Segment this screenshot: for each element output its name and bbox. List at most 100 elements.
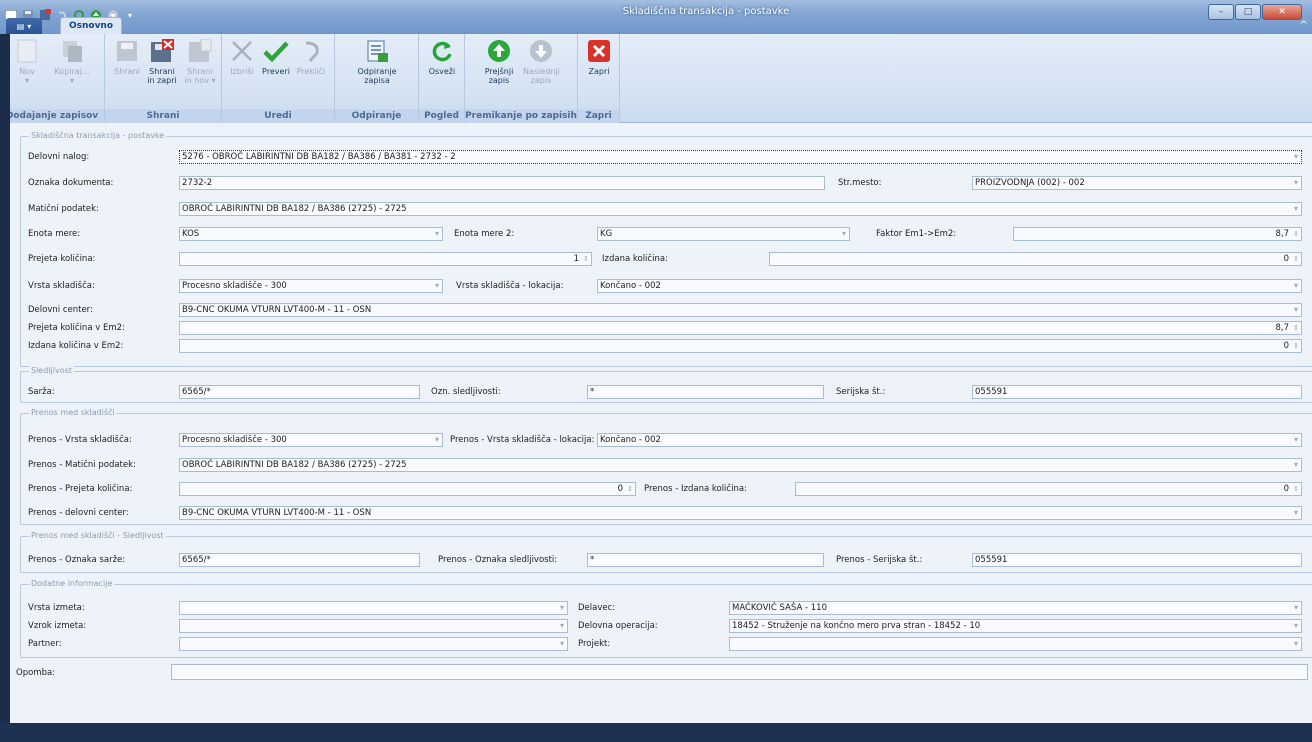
prenos-oznaka-sledljivosti-field[interactable]: *	[587, 553, 824, 567]
open-record-icon	[367, 40, 388, 62]
window-controls: – □ ✕	[1208, 4, 1302, 20]
arrow-down-circle-icon	[530, 40, 552, 62]
delete-x-icon	[232, 41, 252, 61]
izdana-kolicina-label: Izdana količina:	[602, 254, 668, 264]
prenos-oznaka-sledljivosti-label: Prenos - Oznaka sledljivosti:	[438, 555, 558, 565]
group-zapri: Zapri Zapri	[578, 34, 620, 123]
delovna-operacija-label: Delovna operacija:	[578, 621, 658, 631]
opomba-field[interactable]	[171, 664, 1308, 680]
ribbon: Nov ▾ Kopiraj... ▾ Dodajanje zapisov Shran…	[0, 34, 1312, 135]
faktor-label: Faktor Em1->Em2:	[876, 229, 957, 239]
refresh-icon	[432, 41, 452, 62]
izdana-em2-field[interactable]: 0	[179, 339, 1302, 353]
prenos-sarza-field[interactable]: 6565/*	[179, 553, 420, 567]
delete-button[interactable]: Izbriši	[228, 38, 256, 76]
izdana-kolicina-field[interactable]: 0	[769, 252, 1302, 266]
undo-arrow-icon	[305, 41, 319, 62]
vrsta-izmeta-label: Vrsta izmeta:	[28, 603, 85, 613]
group-shrani: Shrani Shrani in zapri Shrani in nov ▾ S…	[105, 34, 222, 123]
prenos-serijska-field[interactable]: 055591	[972, 553, 1302, 567]
sarza-label: Sarža:	[28, 387, 55, 397]
prenos-vrsta-field[interactable]: Procesno skladišče - 300	[179, 433, 443, 447]
close-window-button[interactable]: ✕	[1262, 4, 1302, 20]
verify-button[interactable]: Preveri	[260, 38, 292, 76]
save-close-icon	[151, 39, 174, 62]
form-area: Skladiščna transakcija - postavke Delovn…	[10, 123, 1312, 723]
save-and-close-button[interactable]: Shrani in zapri	[145, 38, 179, 85]
minimize-button[interactable]: –	[1208, 4, 1234, 20]
delovni-center-field[interactable]: B9-CNC OKUMA VTURN LVT400-M - 11 - OSN	[179, 303, 1302, 317]
group-dodajanje: Nov ▾ Kopiraj... ▾ Dodajanje zapisov	[0, 34, 105, 123]
prenos-lokacija-label: Prenos - Vrsta skladišča - lokacija:	[450, 435, 595, 445]
prenos-center-field[interactable]: B9-CNC OKUMA VTURN LVT400-M - 11 - OSN	[179, 506, 1302, 520]
prenos-serijska-label: Prenos - Serijska št.:	[836, 555, 923, 565]
title-bar: ▾ Skladiščna transakcija - postavke – □ …	[0, 0, 1312, 34]
prenos-maticni-field[interactable]: OBROČ LABIRINTNI DB BA182 / BA386 (2725)…	[179, 458, 1302, 472]
partner-label: Partner:	[28, 639, 62, 649]
delovni-nalog-field[interactable]: 5276 - OBROČ LABIRINTNI DB BA182 / BA386…	[179, 150, 1302, 164]
oznaka-dokumenta-label: Oznaka dokumenta:	[28, 178, 114, 188]
oznaka-sledljivosti-field[interactable]: *	[587, 385, 824, 399]
next-record-button[interactable]: Naslednji zapis	[523, 38, 560, 85]
maticni-podatek-label: Matični podatek:	[28, 204, 99, 214]
enota-mere-field[interactable]: KOS	[179, 227, 443, 241]
tab-osnovno[interactable]: Osnovno	[60, 17, 122, 34]
delovni-center-label: Delovni center:	[28, 305, 93, 315]
serijska-field[interactable]: 055591	[972, 385, 1302, 399]
vrsta-skladisca-label: Vrsta skladišča:	[28, 281, 95, 291]
app-menu-button[interactable]: ▤ ▾	[6, 18, 42, 34]
ribbon-collapse-icon[interactable]: ^	[1300, 20, 1308, 31]
oznaka-sledljivosti-label: Ozn. sledljivosti:	[431, 387, 501, 397]
partner-field[interactable]	[179, 637, 568, 651]
checkmark-icon	[263, 41, 289, 63]
maximize-button[interactable]: □	[1235, 4, 1261, 20]
save-button[interactable]: Shrani	[113, 38, 141, 76]
projekt-field[interactable]	[729, 637, 1302, 651]
save-disk-icon	[117, 41, 137, 61]
group-odpiranje: Odpiranje zapisa Odpiranje zapisa	[335, 34, 419, 135]
close-button[interactable]: Zapri	[586, 38, 612, 76]
new-button[interactable]: Nov ▾	[14, 38, 40, 85]
maticni-podatek-field[interactable]: OBROČ LABIRINTNI DB BA182 / BA386 (2725)…	[179, 202, 1302, 216]
opomba-label: Opomba:	[16, 668, 56, 678]
arrow-up-circle-icon	[488, 40, 510, 62]
vzrok-izmeta-label: Vzrok izmeta:	[28, 621, 87, 631]
delovna-operacija-field[interactable]: 18452 - Struženje na končno mero prva st…	[729, 619, 1302, 633]
prenos-maticni-label: Prenos - Matični podatek:	[28, 460, 136, 470]
vrsta-skladisca-field[interactable]: Procesno skladišče - 300	[179, 279, 443, 293]
delavec-label: Delavec:	[578, 603, 616, 613]
prenos-lokacija-field[interactable]: Končano - 002	[597, 433, 1302, 447]
prejeta-em2-label: Prejeta količina v Em2:	[28, 323, 125, 333]
prejeta-em2-field[interactable]: 8,7	[179, 321, 1302, 335]
lokacija-label: Vrsta skladišča - lokacija:	[456, 281, 564, 291]
prenos-izdana-field[interactable]: 0	[795, 482, 1302, 496]
projekt-label: Projekt:	[578, 639, 611, 649]
lokacija-field[interactable]: Končano - 002	[597, 279, 1302, 293]
open-record-button[interactable]: Odpiranje zapisa	[345, 38, 409, 85]
sarza-field[interactable]: 6565/*	[179, 385, 420, 399]
status-bar	[0, 723, 1312, 742]
vrsta-izmeta-field[interactable]	[179, 601, 568, 615]
enota-mere-2-field[interactable]: KG	[597, 227, 850, 241]
prenos-prejeta-field[interactable]: 0	[179, 482, 636, 496]
new-document-icon	[17, 39, 37, 63]
prejeta-kolicina-field[interactable]: 1	[179, 252, 592, 266]
delavec-field[interactable]: MAČKOVIČ SAŠA - 110	[729, 601, 1302, 615]
oznaka-dokumenta-field[interactable]: 2732-2	[179, 176, 825, 190]
copy-button[interactable]: Kopiraj... ▾	[48, 38, 96, 85]
previous-record-button[interactable]: Prejšnji zapis	[481, 38, 517, 85]
izdana-em2-label: Izdana količina v Em2:	[28, 341, 124, 351]
prenos-izdana-label: Prenos - Izdana količina:	[644, 484, 747, 494]
save-and-new-button[interactable]: Shrani in nov ▾	[183, 38, 217, 85]
group-uredi: Izbriši Preveri Prekliči Uredi	[222, 34, 335, 123]
delovni-nalog-label: Delovni nalog:	[28, 152, 90, 162]
vzrok-izmeta-field[interactable]	[179, 619, 568, 633]
menu-icon: ▤	[16, 21, 25, 31]
refresh-button[interactable]: Osveži	[427, 38, 457, 76]
faktor-field[interactable]: 8,7	[1013, 227, 1302, 241]
cancel-edit-button[interactable]: Prekliči	[296, 38, 326, 76]
prenos-vrsta-label: Prenos - Vrsta skladišča:	[28, 435, 132, 445]
str-mesto-field[interactable]: PROIZVODNJA (002) - 002	[972, 176, 1302, 190]
group-pogled: Osveži Pogled	[419, 34, 465, 123]
left-strip	[0, 34, 10, 723]
